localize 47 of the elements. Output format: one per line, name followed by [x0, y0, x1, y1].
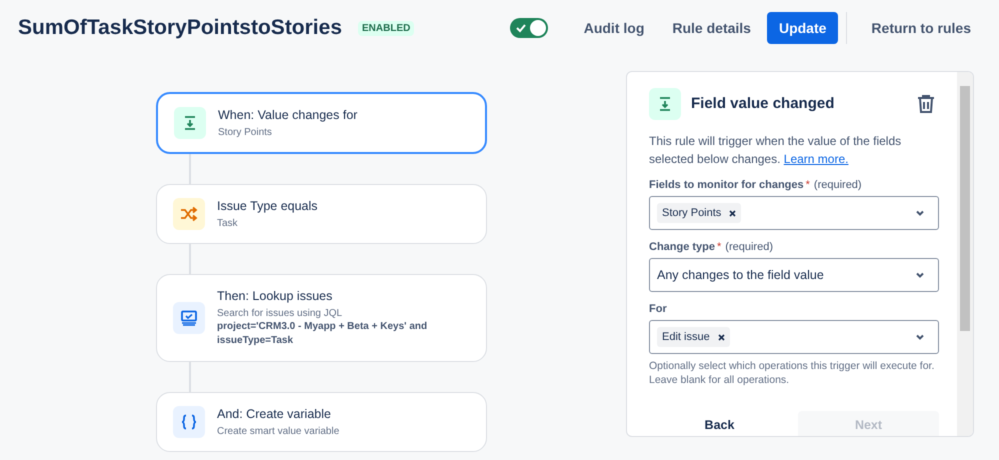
- tag-label: Edit issue: [662, 330, 710, 345]
- tag-label: Story Points: [662, 206, 722, 221]
- panel-description: This rule will trigger when the value of the fields selected below changes. Learn more.: [649, 133, 902, 168]
- trash-icon: [917, 94, 935, 114]
- header-button[interactable]: Return to rules: [859, 12, 983, 44]
- field-helper-text: Optionally select which operations this trigger will execute for. Leave blank for all operations.: [649, 359, 936, 387]
- required-asterisk: *: [806, 178, 810, 192]
- header-button[interactable]: Update: [766, 12, 838, 44]
- component-subtitle: Create smart value variable: [217, 425, 340, 438]
- rule-component-card[interactable]: Issue Type equals Task: [156, 184, 487, 244]
- component-subtitle: Task: [217, 217, 239, 230]
- select-field[interactable]: Any changes to the field value: [649, 258, 939, 292]
- remove-icon[interactable]: [718, 334, 725, 340]
- select-value: Any changes to the field value: [657, 266, 824, 284]
- monitor-icon: [173, 302, 205, 334]
- component-subtitle: Story Points: [218, 126, 273, 139]
- remove-icon[interactable]: [729, 210, 736, 216]
- rule-component-card[interactable]: Then: Lookup issues Search for issues using JQL project='CRM3.0 - Myapp + Beta + Keys' and issueType=Task: [156, 274, 487, 362]
- learn-more-link[interactable]: Learn more.: [784, 152, 848, 166]
- component-title: And: Create variable: [217, 406, 332, 422]
- curly-braces-icon: [173, 406, 205, 438]
- component-title: When: Value changes for: [218, 107, 358, 123]
- panel-button[interactable]: Back: [649, 411, 790, 436]
- field-label: For: [649, 302, 667, 316]
- required-hint: (required): [725, 240, 773, 254]
- scrollbar[interactable]: [957, 72, 973, 436]
- select-field[interactable]: Edit issue: [649, 320, 939, 354]
- shuffle-icon: [173, 198, 205, 230]
- panel-title: Field value changed: [691, 94, 834, 114]
- enable-toggle[interactable]: [510, 18, 548, 38]
- component-title: Issue Type equals: [217, 198, 318, 214]
- header-button[interactable]: Rule details: [660, 12, 763, 44]
- toggle-knob: [530, 20, 546, 36]
- component-subtitle: Search for issues using JQL: [217, 307, 344, 320]
- rule-component-card[interactable]: And: Create variable Create smart value variable: [156, 392, 487, 452]
- rule-title: SumOfTaskStoryPointstoStories: [18, 15, 342, 42]
- field-label: Fields to monitor for changes: [649, 178, 804, 192]
- required-asterisk: *: [717, 240, 722, 254]
- required-hint: (required): [814, 178, 862, 192]
- jql-query: project='CRM3.0 - Myapp + Beta + Keys' and issueType=Task: [217, 320, 428, 348]
- status-badge: ENABLED: [358, 20, 414, 36]
- check-icon: [514, 22, 527, 34]
- header-button[interactable]: Audit log: [572, 12, 656, 44]
- rule-component-card[interactable]: When: Value changes for Story Points: [156, 92, 487, 154]
- component-title: Then: Lookup issues: [217, 288, 334, 304]
- field-label: Change type: [649, 240, 716, 254]
- select-field[interactable]: Story Points: [649, 196, 939, 230]
